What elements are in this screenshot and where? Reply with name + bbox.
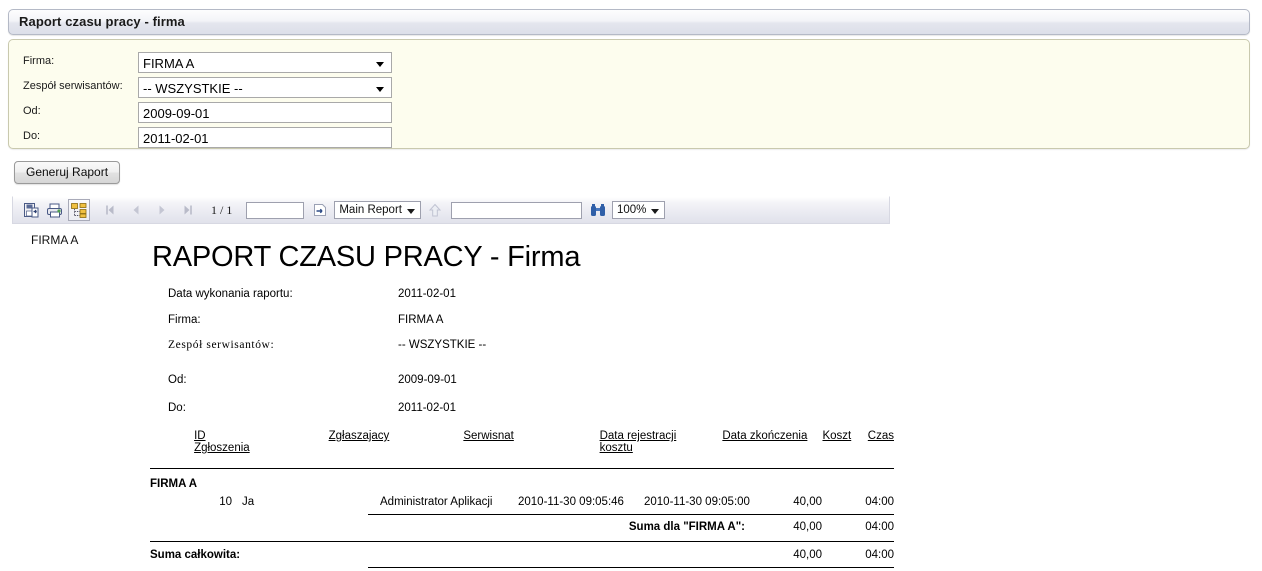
col-id-line1: ID — [194, 430, 206, 442]
chevron-down-icon — [376, 62, 384, 67]
chevron-down-icon — [376, 87, 384, 92]
report-heading: RAPORT CZASU PRACY - Firma — [152, 241, 581, 273]
cell-registered: 2010-11-30 09:05:46 — [518, 496, 624, 508]
table-row: 10 Ja Administrator Aplikacji 2010-11-30… — [150, 496, 894, 510]
search-input[interactable] — [450, 201, 582, 219]
meta-label-do: Do: — [168, 402, 186, 414]
grand-total-cost: 40,00 — [793, 549, 822, 561]
grand-total-time: 04:00 — [865, 549, 894, 561]
subtotal-row: Suma dla "FIRMA A": 40,00 04:00 — [150, 521, 894, 535]
group-header-label: FIRMA A — [150, 478, 198, 490]
meta-value-firma: FIRMA A — [398, 314, 444, 326]
go-to-parent-icon[interactable] — [424, 199, 446, 221]
zespol-serwisantow-select[interactable]: -- WSZYSTKIE -- — [138, 77, 392, 98]
subtotal-divider — [368, 514, 894, 515]
grand-total-divider — [150, 541, 894, 542]
zespol-select-value: -- WSZYSTKIE -- — [143, 81, 243, 96]
printer-icon[interactable] — [44, 199, 66, 221]
col-id-line2: Zgłoszenia — [194, 442, 250, 454]
page-title: Raport czasu pracy - firma — [19, 14, 185, 29]
page-indicator: 1 / 1 — [211, 202, 233, 217]
report-corner-company: FIRMA A — [31, 233, 79, 247]
report-section-value: Main Report — [339, 204, 402, 216]
export-disk-icon[interactable] — [20, 199, 42, 221]
goto-page-input[interactable] — [246, 201, 305, 219]
criteria-label-zespol: Zespół serwisantów: — [23, 80, 123, 92]
header-divider — [150, 468, 894, 469]
col-data-zkonczenia: Data zkończenia — [722, 430, 808, 442]
report-table-header: ID Zgłoszenia Zgłaszajacy Serwisnat Data… — [150, 430, 894, 456]
last-page-icon[interactable] — [175, 199, 201, 221]
col-reg-line1: Data rejestracji — [599, 430, 677, 442]
next-page-icon[interactable] — [149, 199, 175, 221]
generate-report-button[interactable]: Generuj Raport — [14, 161, 121, 184]
report-canvas: FIRMA A RAPORT CZASU PRACY - Firma Data … — [0, 226, 1262, 571]
first-page-icon[interactable] — [97, 199, 123, 221]
col-reg-line2: kosztu — [599, 442, 633, 454]
subtotal-cost: 40,00 — [793, 521, 822, 533]
cell-time: 04:00 — [865, 496, 894, 508]
cell-finished: 2010-11-30 09:05:00 — [644, 496, 750, 508]
cell-technician: Administrator Aplikacji — [380, 496, 493, 508]
grand-total-row: Suma całkowita: 40,00 04:00 — [150, 549, 894, 563]
bottom-divider — [368, 567, 894, 568]
zoom-select[interactable]: 100% — [611, 201, 666, 219]
col-zglaszajacy: Zgłaszajacy — [328, 430, 390, 442]
cell-cost: 40,00 — [793, 496, 822, 508]
grand-total-label: Suma całkowita: — [150, 549, 241, 561]
firma-select[interactable]: FIRMA A — [138, 52, 392, 73]
report-viewer-toolbar: 1 / 1 Main Report 100% — [12, 196, 890, 224]
col-data-rejestracji: Data rejestracji kosztu — [600, 430, 723, 456]
col-id-zgloszenia: ID Zgłoszenia — [194, 430, 329, 456]
subtotal-time: 04:00 — [865, 521, 894, 533]
cell-reporter: Ja — [242, 496, 255, 508]
date-from-input[interactable]: 2009-09-01 — [138, 102, 392, 123]
toggle-group-tree-icon[interactable] — [68, 199, 90, 221]
window-title-bar: Raport czasu pracy - firma — [8, 9, 1250, 35]
chevron-down-icon — [406, 209, 415, 214]
col-koszt: Koszt — [822, 430, 852, 442]
report-section-select[interactable]: Main Report — [334, 201, 421, 219]
date-to-input[interactable]: 2011-02-01 — [138, 127, 392, 148]
meta-label-zespol: Zespół serwisantów: — [168, 339, 275, 351]
report-criteria-panel: Firma: FIRMA A Zespół serwisantów: -- WS… — [8, 39, 1250, 149]
criteria-label-firma: Firma: — [23, 55, 55, 67]
meta-value-do: 2011-02-01 — [398, 402, 456, 414]
previous-page-icon[interactable] — [123, 199, 149, 221]
meta-label-od: Od: — [168, 374, 187, 386]
subtotal-label: Suma dla "FIRMA A": — [628, 521, 745, 533]
firma-select-value: FIRMA A — [143, 56, 195, 71]
chevron-down-icon — [651, 209, 660, 214]
col-serwisnat: Serwisnat — [463, 430, 514, 442]
meta-value-od: 2009-09-01 — [398, 374, 457, 386]
zoom-value: 100% — [616, 204, 647, 216]
meta-label-generated: Data wykonania raportu: — [168, 288, 293, 300]
meta-value-zespol: -- WSZYSTKIE -- — [398, 339, 487, 351]
meta-value-generated: 2011-02-01 — [398, 288, 456, 300]
cell-id: 10 — [219, 496, 232, 508]
col-spacer — [150, 430, 194, 456]
meta-label-firma: Firma: — [168, 314, 201, 326]
criteria-label-od: Od: — [23, 105, 41, 117]
go-to-page-icon[interactable] — [309, 199, 331, 221]
table-header-row: ID Zgłoszenia Zgłaszajacy Serwisnat Data… — [150, 430, 894, 456]
col-czas: Czas — [867, 430, 894, 442]
binoculars-search-icon[interactable] — [587, 199, 609, 221]
criteria-label-do: Do: — [23, 130, 41, 142]
